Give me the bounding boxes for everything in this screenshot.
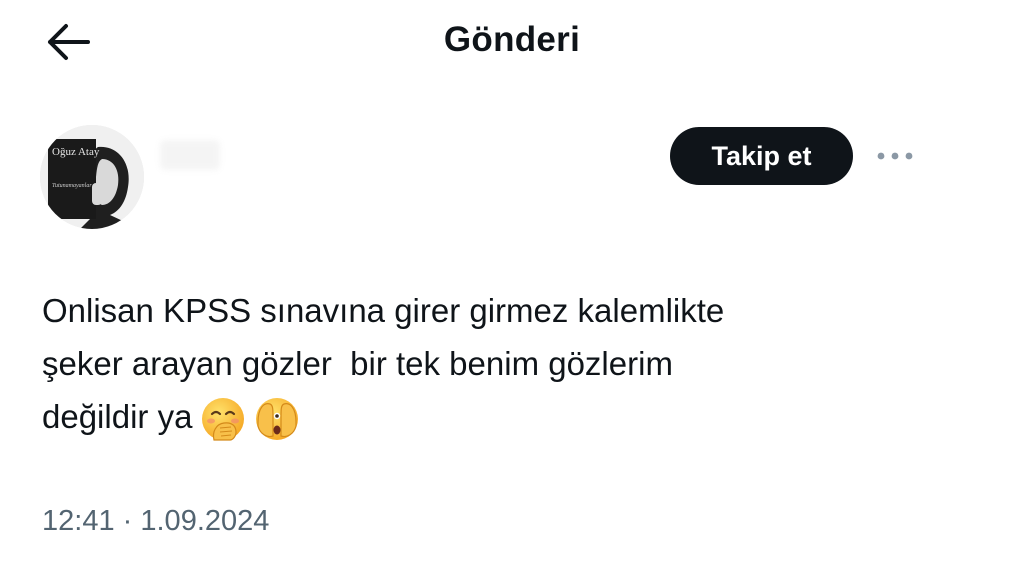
avatar-book-subtitle-text: Tutunamayanlar [52,183,92,189]
more-horizontal-icon [877,152,913,160]
post-page: Gönderi Oğuz Atay Tutunamayanlar Takip e… [0,0,1024,574]
username-blurred [160,140,220,170]
face-with-peeking-eye-emoji [256,398,299,441]
face-with-hand-over-mouth-emoji [202,398,245,441]
post-timestamp[interactable]: 12:41 · 1.09.2024 [42,505,269,538]
avatar-book-title-text: Oğuz Atay [52,146,100,158]
more-options-button[interactable] [872,140,918,172]
avatar-image: Oğuz Atay Tutunamayanlar [40,125,144,229]
follow-button[interactable]: Takip et [670,127,853,185]
post-time: 12:41 [42,505,115,537]
tweet-text: Onlisan KPSS sınavına girer girmez kalem… [42,284,942,443]
tweet-line: şeker arayan gözler bir tek benim gözler… [42,345,673,382]
timestamp-separator: · [122,505,133,537]
post-date: 1.09.2024 [140,505,270,537]
emoji-row [200,396,300,442]
tweet-line-last: değildir ya [42,390,942,443]
post-header: Gönderi [0,0,1024,90]
page-title: Gönderi [443,20,581,59]
avatar[interactable]: Oğuz Atay Tutunamayanlar [40,125,144,229]
tweet-line-text: değildir ya [42,398,193,435]
tweet-line: Onlisan KPSS sınavına girer girmez kalem… [42,292,725,329]
